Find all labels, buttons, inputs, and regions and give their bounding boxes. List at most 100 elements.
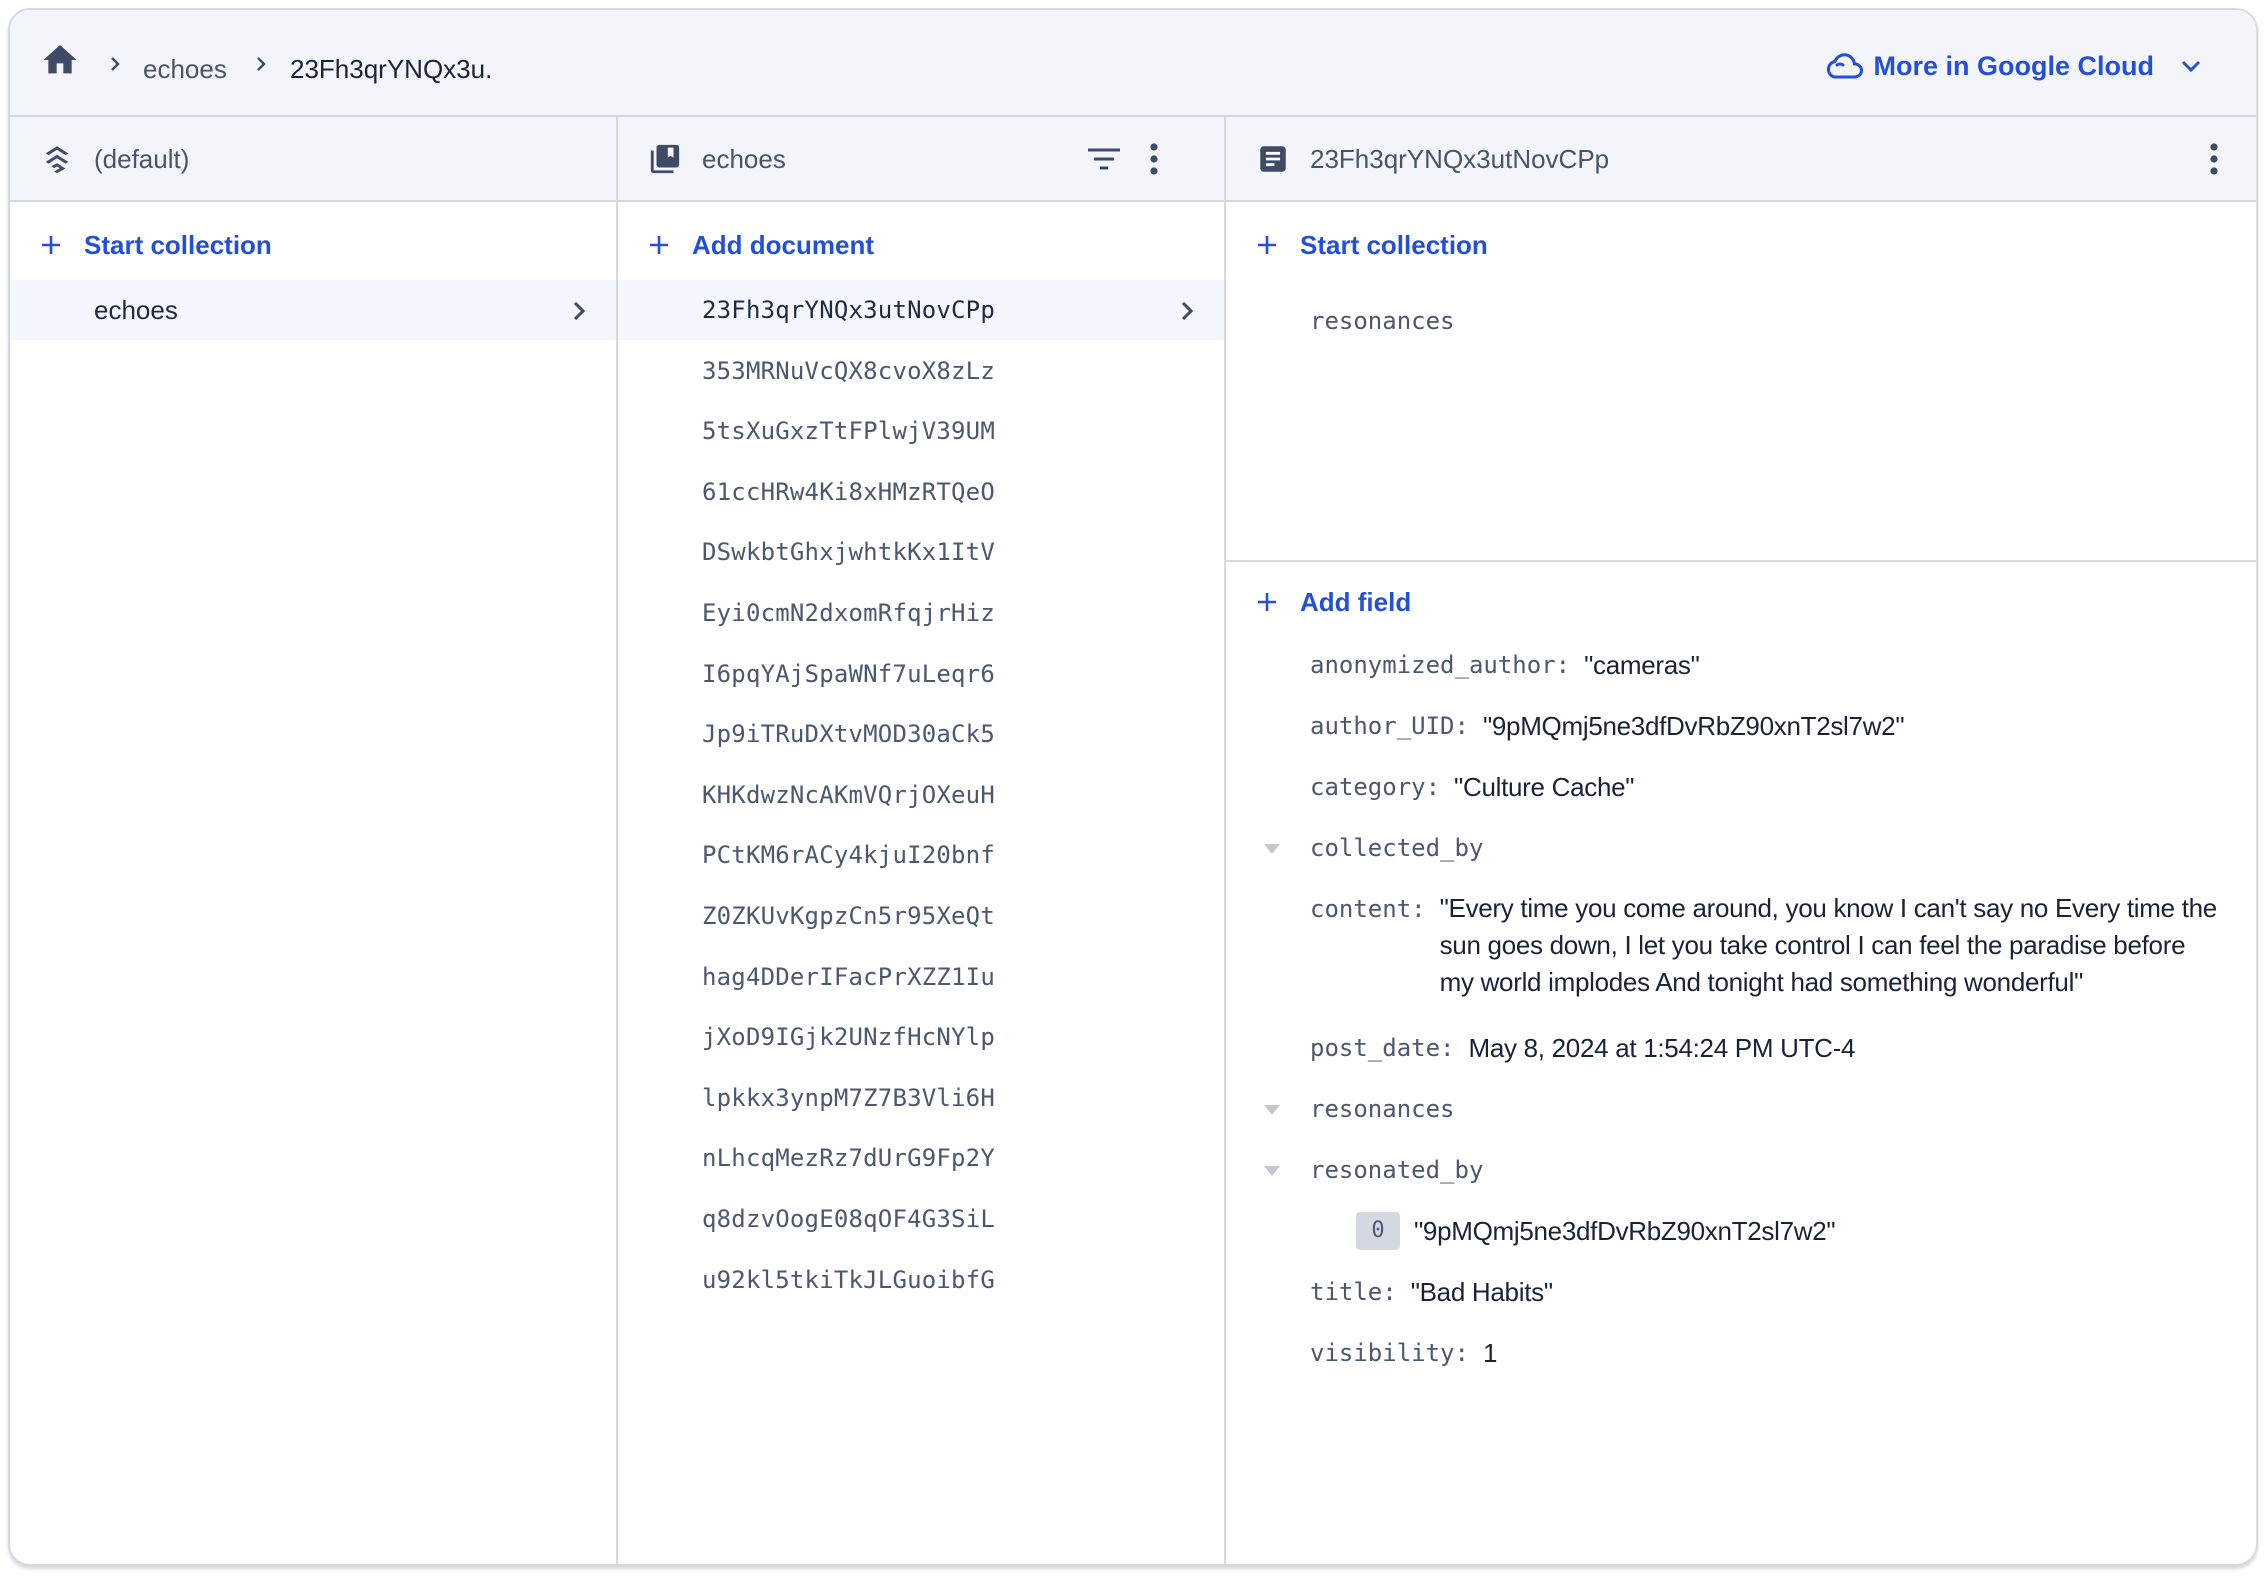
field-anonymized-author[interactable]: anonymized_author: "cameras" — [1310, 646, 2226, 684]
document-row[interactable]: Z0ZKUvKgpzCn5r95XeQt — [618, 886, 1224, 946]
chevron-right-icon — [573, 301, 586, 321]
chevron-right-icon — [111, 57, 120, 71]
document-row[interactable]: q8dzvOogE08qOF4G3SiL — [618, 1189, 1224, 1249]
document-row[interactable]: Eyi0cmN2dxomRfqjrHiz — [618, 583, 1224, 643]
document-row[interactable]: DSwkbtGhxjwhtkKx1ItV — [618, 522, 1224, 582]
field-collected-by[interactable]: collected_by — [1310, 829, 2226, 867]
field-value: "9pMQmj5ne3dfDvRbZ90xnT2sl7w2" — [1414, 1216, 1836, 1246]
document-icon — [1260, 146, 1286, 172]
document-id: jXoD9IGjk2UNzfHcNYlp — [702, 1023, 995, 1052]
document-row[interactable]: 5tsXuGxzTtFPlwjV39UM — [618, 401, 1224, 461]
field-value: "cameras" — [1584, 650, 1700, 680]
start-collection-label: Start collection — [1300, 229, 1488, 260]
field-visibility[interactable]: visibility: 1 — [1310, 1334, 2226, 1372]
field-title[interactable]: title: "Bad Habits" — [1310, 1273, 2226, 1311]
document-row[interactable]: nLhcqMezRz7dUrG9Fp2Y — [618, 1128, 1224, 1188]
collection-title: echoes — [702, 144, 786, 174]
document-header: 23Fh3qrYNQx3utNovCPp — [1226, 117, 2256, 202]
field-value: "Culture Cache" — [1454, 772, 1635, 802]
add-field-button[interactable]: Add field — [1256, 584, 1411, 620]
document-id: Jp9iTRuDXtvMOD30aCk5 — [702, 720, 995, 749]
document-id: u92kl5tkiTkJLGuoibfG — [702, 1265, 995, 1294]
document-row[interactable]: KHKdwzNcAKmVQrjOXeuH — [618, 765, 1224, 825]
chevron-down-icon — [2181, 60, 2201, 73]
document-row[interactable]: lpkkx3ynpM7Z7B3Vli6H — [618, 1068, 1224, 1128]
start-subcollection-button[interactable]: Start collection — [1256, 227, 1488, 263]
field-value: "9pMQmj5ne3dfDvRbZ90xnT2sl7w2" — [1482, 711, 1905, 741]
array-item-resonated-by-0[interactable]: 0 "9pMQmj5ne3dfDvRbZ90xnT2sl7w2" — [1356, 1212, 2226, 1250]
fields-section: Add field anonymized_author: "cameras" a… — [1226, 564, 2256, 1564]
document-row[interactable]: Jp9iTRuDXtvMOD30aCk5 — [618, 704, 1224, 764]
plus-icon — [1258, 593, 1276, 611]
field-value: 1 — [1482, 1338, 1498, 1368]
field-post-date[interactable]: post_date: May 8, 2024 at 1:54:24 PM UTC… — [1310, 1029, 2226, 1067]
database-layers-icon — [45, 146, 69, 174]
field-key: post_date: — [1310, 1034, 1455, 1062]
more-in-google-cloud-label: More in Google Cloud — [1873, 50, 2154, 81]
plus-icon — [650, 236, 668, 254]
field-value: May 8, 2024 at 1:54:24 PM UTC-4 — [1468, 1033, 1856, 1063]
field-value: "Bad Habits" — [1410, 1277, 1553, 1307]
start-collection-label: Start collection — [84, 229, 272, 260]
add-document-button[interactable]: Add document — [648, 227, 874, 263]
firestore-data-panel: echoes 23Fh3qrYNQx3u. More in Google Clo… — [8, 8, 2258, 1566]
expand-caret-icon[interactable] — [1264, 1105, 1280, 1115]
document-id: PCtKM6rACy4kjuI20bnf — [702, 841, 995, 870]
field-key: content: — [1310, 895, 1426, 923]
cloud-icon — [1826, 53, 1863, 79]
home-icon[interactable] — [40, 40, 80, 80]
field-category[interactable]: category: "Culture Cache" — [1310, 768, 2226, 806]
document-more-button[interactable] — [2196, 141, 2232, 177]
expand-caret-icon[interactable] — [1264, 1166, 1280, 1176]
more-in-google-cloud-button[interactable]: More in Google Cloud — [1824, 46, 2212, 86]
field-key: category: — [1310, 773, 1441, 801]
document-id: DSwkbtGhxjwhtkKx1ItV — [702, 538, 995, 567]
database-column: (default) Start collection echoes — [10, 117, 618, 1564]
document-id: I6pqYAjSpaWNf7uLeqr6 — [702, 659, 995, 688]
field-content[interactable]: content: "Every time you come around, yo… — [1310, 890, 2226, 1001]
document-id: q8dzvOogE08qOF4G3SiL — [702, 1205, 995, 1233]
database-title: (default) — [94, 144, 190, 174]
field-key: title: — [1310, 1278, 1397, 1306]
field-key: resonances — [1310, 1095, 1455, 1123]
start-collection-button[interactable]: Start collection — [40, 227, 272, 263]
field-value: "Every time you come around, you know I … — [1439, 893, 2218, 997]
subcollections-section: Start collection resonances — [1226, 202, 2256, 562]
document-row[interactable]: I6pqYAjSpaWNf7uLeqr6 — [618, 644, 1224, 704]
field-key: anonymized_author: — [1310, 651, 1571, 679]
document-id: Z0ZKUvKgpzCn5r95XeQt — [702, 902, 995, 930]
document-id: 61ccHRw4Ki8xHMzRTQeO — [702, 477, 995, 506]
collection-name: echoes — [94, 294, 178, 325]
breadcrumb-document[interactable]: 23Fh3qrYNQx3u. — [290, 54, 492, 84]
document-row[interactable]: 23Fh3qrYNQx3utNovCPp — [618, 280, 1224, 340]
field-key: visibility: — [1310, 1339, 1469, 1367]
filter-button[interactable] — [1086, 141, 1122, 177]
document-row[interactable]: jXoD9IGjk2UNzfHcNYlp — [618, 1007, 1224, 1067]
database-header: (default) — [10, 117, 616, 202]
more-vert-icon — [2210, 143, 2218, 175]
add-field-label: Add field — [1300, 586, 1412, 617]
document-id: 23Fh3qrYNQx3utNovCPp — [702, 296, 995, 324]
more-vert-icon — [1150, 143, 1158, 175]
field-author-uid[interactable]: author_UID: "9pMQmj5ne3dfDvRbZ90xnT2sl7w… — [1310, 707, 2226, 745]
field-resonances[interactable]: resonances — [1310, 1090, 2226, 1128]
document-row[interactable]: 61ccHRw4Ki8xHMzRTQeO — [618, 462, 1224, 522]
filter-icon — [1088, 148, 1120, 170]
document-id: hag4DDerIFacPrXZZ1Iu — [702, 962, 995, 991]
breadcrumb-collection[interactable]: echoes — [143, 54, 227, 84]
document-row[interactable]: PCtKM6rACy4kjuI20bnf — [618, 825, 1224, 885]
collection-more-button[interactable] — [1136, 141, 1172, 177]
expand-caret-icon[interactable] — [1264, 844, 1280, 854]
collection-column: echoes Add document 23Fh3qrYNQx3utNovCPp… — [618, 117, 1226, 1564]
document-row[interactable]: hag4DDerIFacPrXZZ1Iu — [618, 947, 1224, 1007]
document-row[interactable]: 353MRNuVcQX8cvoX8zLz — [618, 341, 1224, 401]
chevron-right-icon — [1181, 301, 1194, 321]
field-key: collected_by — [1310, 834, 1484, 862]
document-id: KHKdwzNcAKmVQrjOXeuH — [702, 780, 995, 809]
add-document-label: Add document — [692, 229, 874, 260]
field-resonated-by[interactable]: resonated_by — [1310, 1151, 2226, 1189]
document-row[interactable]: u92kl5tkiTkJLGuoibfG — [618, 1250, 1224, 1310]
collection-item-echoes[interactable]: echoes — [10, 280, 616, 340]
field-key: resonated_by — [1310, 1156, 1484, 1184]
subcollection-resonances[interactable]: resonances — [1310, 307, 1455, 335]
